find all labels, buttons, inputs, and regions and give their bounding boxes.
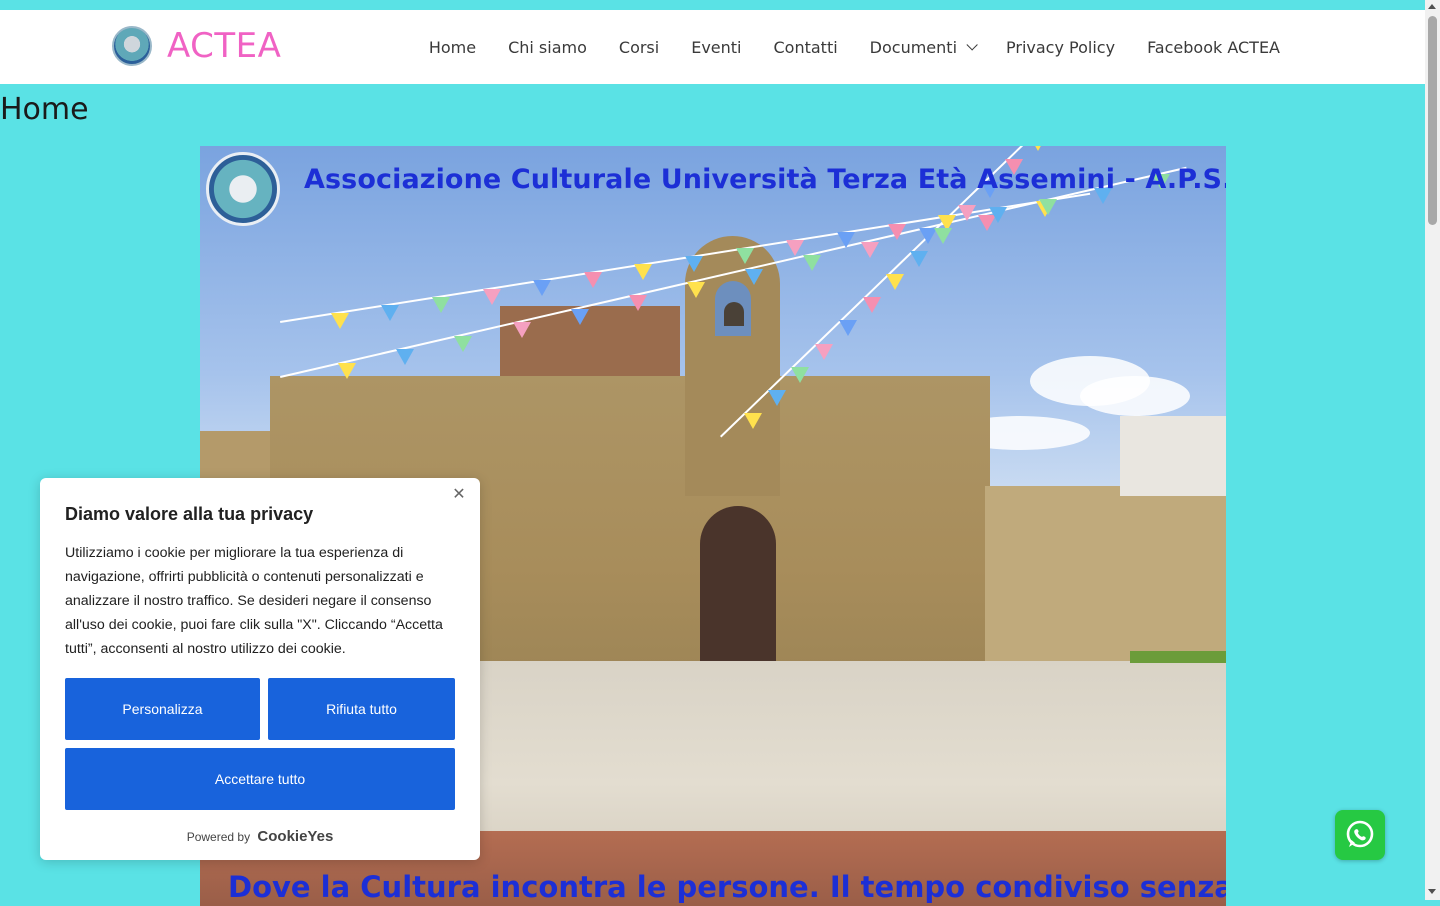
accept-all-button[interactable]: Accettare tutto [65,748,455,810]
nav-item-contatti[interactable]: Contatti [758,10,854,84]
site-title[interactable]: ACTEA [167,26,281,66]
nav-item-chi-siamo[interactable]: Chi siamo [492,10,603,84]
scroll-down-icon[interactable] [1428,889,1436,894]
nav-item-home[interactable]: Home [413,10,492,84]
bunting-flag [583,272,602,289]
site-brand[interactable]: ACTEA [112,26,281,66]
bunting-flag [767,389,786,406]
bunting-flag [396,349,415,366]
bunting-flag [786,239,805,256]
bunting-flag [910,251,928,267]
cookie-banner: ✕ Diamo valore alla tua privacy Utilizzi… [40,478,480,860]
bunting-flag [482,288,501,305]
site-header: ACTEA Home Chi siamo Corsi Eventi Contat… [0,10,1425,84]
bunting-flag [933,227,952,244]
bunting-flag [886,274,905,291]
bunting-flag [743,412,762,429]
nav-item-corsi[interactable]: Corsi [603,10,675,84]
church-door [700,506,776,686]
nav-item-facebook[interactable]: Facebook ACTEA [1131,10,1296,84]
cookieyes-logo[interactable]: CookieYes [257,828,333,845]
scroll-up-icon[interactable] [1428,4,1436,9]
bunting-flag [988,207,1007,224]
bunting-flag [634,264,653,281]
close-icon[interactable]: ✕ [452,487,466,503]
bunting-flag [628,295,647,312]
bunting-flag [861,241,880,258]
bunting-flag [381,304,400,321]
bell [724,302,744,326]
bunting-flag [685,256,703,272]
hero-title: Associazione Culturale Università Terza … [304,164,1226,195]
nav-item-documenti[interactable]: Documenti [854,10,990,84]
vertical-scrollbar[interactable] [1425,0,1440,900]
site-logo[interactable] [112,26,152,66]
bunting-flag [533,280,552,297]
top-strip [0,0,1425,10]
bunting-flag [1028,146,1047,152]
bunting-flag [791,366,810,383]
page-title: Home [0,92,89,127]
customize-button[interactable]: Personalizza [65,678,260,740]
nav-item-documenti-label: Documenti [869,37,958,57]
bunting-flag [431,296,450,313]
cookie-title: Diamo valore alla tua privacy [65,504,314,524]
bunting-flag [803,255,822,272]
whatsapp-button[interactable] [1335,810,1385,860]
bunting-flag [887,223,906,240]
bunting-flag [330,312,349,329]
reject-all-button[interactable]: Rifiuta tutto [268,678,455,740]
bunting-flag [512,322,531,339]
bunting-flag [862,297,881,314]
powered-by-label: Powered by [186,830,251,844]
bunting-flag [1039,199,1058,216]
grass-strip [1130,651,1226,663]
courtyard-wall [985,486,1226,661]
powered-by: Powered by CookieYes [40,828,480,845]
house [1120,416,1226,496]
association-logo [206,152,280,226]
bunting-flag [815,343,833,360]
bunting-flag [686,281,705,298]
bunting-flag [570,308,589,325]
nav-item-eventi[interactable]: Eventi [675,10,757,84]
nav-item-privacy-policy[interactable]: Privacy Policy [990,10,1131,84]
cookie-button-row: Personalizza Rifiuta tutto [65,678,455,740]
bunting-flag [957,204,976,221]
bunting-flag [338,362,357,379]
main-nav: Home Chi siamo Corsi Eventi Contatti Doc… [413,10,1296,84]
bell-tower [685,236,780,496]
bunting-flag [454,335,473,352]
hero-tagline: Dove la Cultura incontra le persone. Il … [228,870,1226,904]
bunting-flag [735,247,754,264]
chevron-down-icon [966,39,978,51]
bunting-flag [836,231,855,248]
whatsapp-icon [1346,820,1374,848]
bunting-flag [838,320,857,337]
cloud [1080,376,1190,416]
scrollbar-thumb[interactable] [1428,16,1437,225]
bunting-flag [745,268,763,285]
cookie-text: Utilizziamo i cookie per migliorare la t… [65,545,443,657]
